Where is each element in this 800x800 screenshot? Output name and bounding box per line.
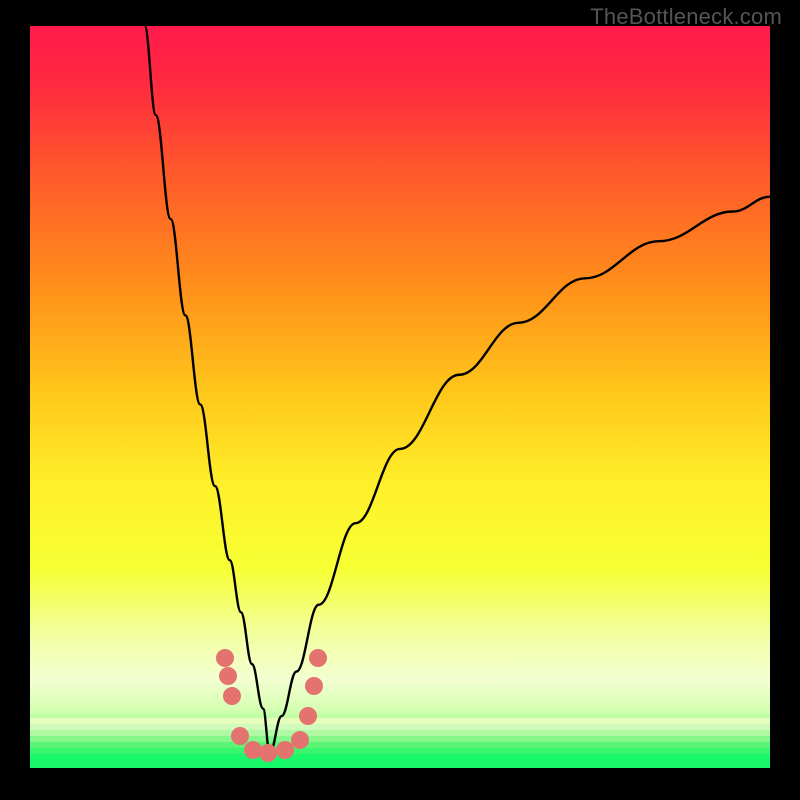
watermark-text: TheBottleneck.com	[590, 4, 782, 30]
highlight-dot	[299, 707, 317, 725]
curve-right-branch	[270, 197, 770, 754]
plot-frame	[30, 26, 770, 768]
highlight-dot	[219, 667, 237, 685]
highlight-dot	[223, 687, 241, 705]
highlight-dot	[291, 731, 309, 749]
v-curve	[30, 26, 770, 768]
curve-left-branch	[145, 26, 270, 753]
highlight-dot	[305, 677, 323, 695]
highlight-dot	[259, 744, 277, 762]
highlight-dot	[216, 649, 234, 667]
highlight-dot	[309, 649, 327, 667]
